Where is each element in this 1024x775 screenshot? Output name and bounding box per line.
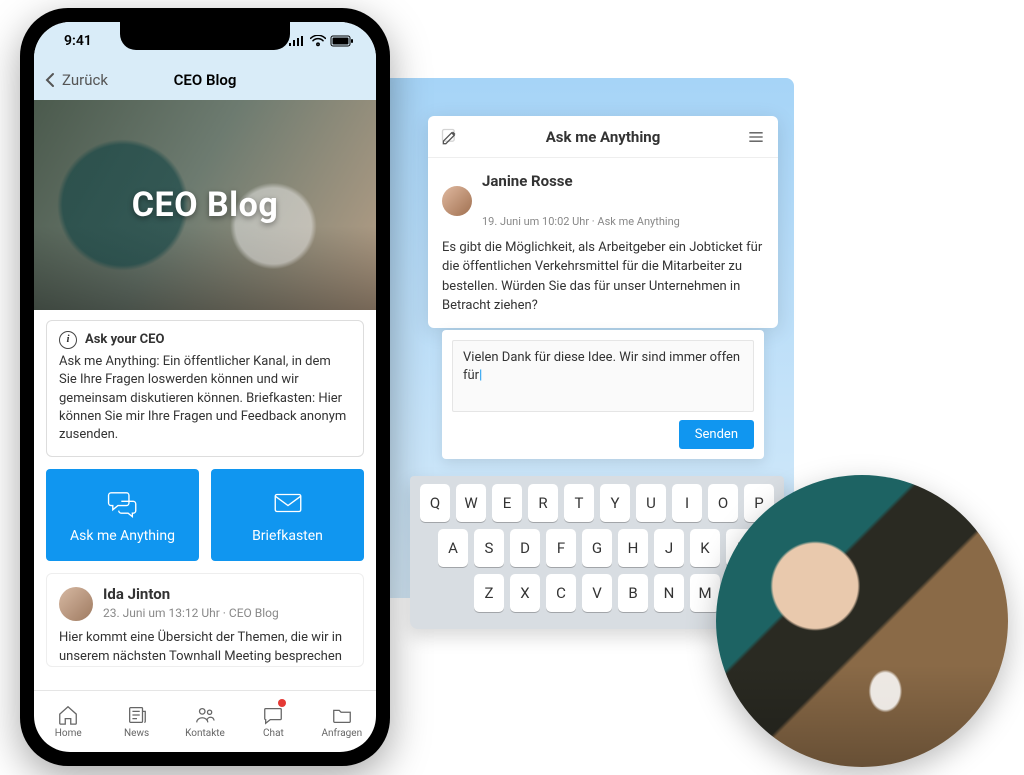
nav-bar: Zurück CEO Blog [34,60,376,100]
tile-label: Ask me Anything [70,528,175,544]
chat-body-text: Es gibt die Möglichkeit, als Arbeitgeber… [442,238,764,316]
back-label: Zurück [62,71,108,89]
hero-image: CEO Blog [34,100,376,310]
avatar [442,186,472,216]
home-icon [57,704,79,726]
menu-icon[interactable] [746,127,766,147]
key-i[interactable]: I [672,484,702,522]
folder-icon [331,704,353,726]
ask-ceo-title: Ask your CEO [85,331,164,349]
decorative-photo [716,475,1008,767]
content-scroll[interactable]: i Ask your CEO Ask me Anything: Ein öffe… [34,310,376,690]
briefkasten-tile[interactable]: Briefkasten [211,469,364,561]
key-a[interactable]: A [438,529,468,567]
post-meta: 23. Juni um 13:12 Uhr · CEO Blog [103,606,279,620]
info-icon: i [59,331,77,349]
chat-icon [106,486,140,520]
key-y[interactable]: Y [600,484,630,522]
key-r[interactable]: R [528,484,558,522]
key-b[interactable]: B [618,574,648,612]
key-z[interactable]: Z [474,574,504,612]
compose-icon[interactable] [440,127,460,147]
key-v[interactable]: V [582,574,612,612]
battery-icon [330,35,354,47]
key-d[interactable]: D [510,529,540,567]
key-h[interactable]: H [618,529,648,567]
tab-bar: Home News Kontakte Chat Anfragen [34,690,376,752]
post-author: Ida Jinton [103,584,279,605]
chat-meta: 19. Juni um 10:02 Uhr · Ask me Anything [482,215,680,228]
tab-label: Home [55,728,82,739]
key-x[interactable]: X [510,574,540,612]
tab-label: News [124,728,149,739]
ask-me-anything-tile[interactable]: Ask me Anything [46,469,199,561]
tab-anfragen[interactable]: Anfragen [308,691,376,752]
status-time: 9:41 [64,33,92,49]
reply-composer: Vielen Dank für diese Idee. Wir sind imm… [442,330,764,459]
key-c[interactable]: C [546,574,576,612]
key-t[interactable]: T [564,484,594,522]
tile-row: Ask me Anything Briefkasten [46,469,364,561]
signal-icon [288,35,306,47]
nav-title: CEO Blog [174,71,237,89]
phone-frame: 9:41 Zurück CEO Blog CEO Blog i Ask your… [20,8,390,766]
key-g[interactable]: G [582,529,612,567]
avatar [59,587,93,621]
key-f[interactable]: F [546,529,576,567]
ask-ceo-card: i Ask your CEO Ask me Anything: Ein öffe… [46,320,364,457]
chevron-left-icon [42,71,60,89]
key-u[interactable]: U [636,484,666,522]
mail-icon [271,486,305,520]
tab-label: Chat [263,728,284,739]
key-n[interactable]: N [654,574,684,612]
ask-me-anything-panel: Ask me Anything Janine Rosse 19. Juni um… [428,116,778,328]
tab-chat[interactable]: Chat [239,691,307,752]
key-w[interactable]: W [456,484,486,522]
reply-textarea[interactable]: Vielen Dank für diese Idee. Wir sind imm… [452,340,754,412]
tab-label: Anfragen [322,728,363,739]
tab-home[interactable]: Home [34,691,102,752]
tile-label: Briefkasten [252,528,323,544]
contacts-icon [194,704,216,726]
wifi-icon [310,35,326,47]
feed-post[interactable]: Ida Jinton 23. Juni um 13:12 Uhr · CEO B… [46,573,364,667]
notch [120,22,290,50]
news-icon [126,704,148,726]
back-button[interactable]: Zurück [34,71,108,89]
notification-badge [278,699,286,707]
key-e[interactable]: E [492,484,522,522]
tab-kontakte[interactable]: Kontakte [171,691,239,752]
ask-ceo-body: Ask me Anything: Ein öffentlicher Kanal,… [59,353,351,444]
chat-author: Janine Rosse [482,170,680,193]
phone-screen: 9:41 Zurück CEO Blog CEO Blog i Ask your… [34,22,376,752]
chat-tab-icon [262,704,284,726]
panel-body: Janine Rosse 19. Juni um 10:02 Uhr · Ask… [428,158,778,328]
key-s[interactable]: S [474,529,504,567]
panel-title: Ask me Anything [546,128,661,146]
reply-draft: Vielen Dank für diese Idee. Wir sind imm… [463,350,740,383]
send-button[interactable]: Senden [679,420,754,449]
tab-label: Kontakte [185,728,225,739]
post-body: Hier kommt eine Übersicht der Themen, di… [59,629,351,665]
key-j[interactable]: J [654,529,684,567]
key-q[interactable]: Q [420,484,450,522]
status-icons [288,35,354,47]
hero-title: CEO Blog [132,185,279,225]
panel-header: Ask me Anything [428,116,778,158]
tab-news[interactable]: News [102,691,170,752]
